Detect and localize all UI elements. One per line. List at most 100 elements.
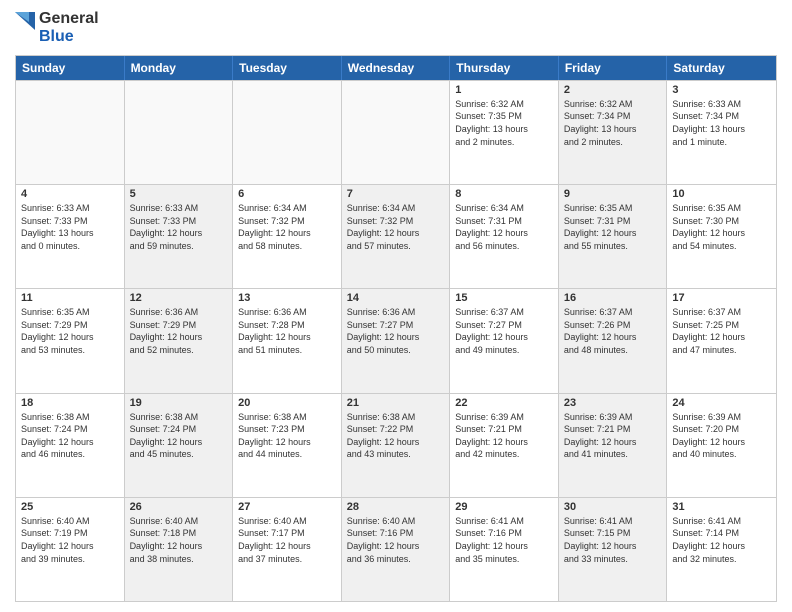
day-number: 22 bbox=[455, 397, 553, 409]
day-info: Sunrise: 6:33 AM Sunset: 7:33 PM Dayligh… bbox=[21, 202, 119, 252]
day-info: Sunrise: 6:35 AM Sunset: 7:31 PM Dayligh… bbox=[564, 202, 662, 252]
day-cell-26: 26 Sunrise: 6:40 AM Sunset: 7:18 PM Dayli… bbox=[125, 498, 234, 601]
day-number: 14 bbox=[347, 292, 445, 304]
day-cell-9: 9 Sunrise: 6:35 AM Sunset: 7:31 PM Daylig… bbox=[559, 185, 668, 288]
calendar-header-thursday: Thursday bbox=[450, 56, 559, 80]
day-number: 30 bbox=[564, 501, 662, 513]
day-number: 27 bbox=[238, 501, 336, 513]
day-info: Sunrise: 6:36 AM Sunset: 7:27 PM Dayligh… bbox=[347, 306, 445, 356]
day-cell-22: 22 Sunrise: 6:39 AM Sunset: 7:21 PM Dayli… bbox=[450, 394, 559, 497]
day-cell-8: 8 Sunrise: 6:34 AM Sunset: 7:31 PM Daylig… bbox=[450, 185, 559, 288]
day-cell-7: 7Sunrise: 6:34 AM Sunset: 7:32 PM Daylig… bbox=[342, 185, 451, 288]
day-number: 8 bbox=[455, 188, 553, 200]
day-number: 4 bbox=[21, 188, 119, 200]
day-cell-20: 20 Sunrise: 6:38 AM Sunset: 7:23 PM Dayli… bbox=[233, 394, 342, 497]
day-number: 24 bbox=[672, 397, 771, 409]
day-cell-10: 10 Sunrise: 6:35 AM Sunset: 7:30 PM Dayli… bbox=[667, 185, 776, 288]
logo-icon bbox=[15, 12, 35, 44]
day-info: Sunrise: 6:39 AM Sunset: 7:21 PM Dayligh… bbox=[455, 411, 553, 461]
empty-cell bbox=[342, 81, 451, 184]
day-cell-29: 29 Sunrise: 6:41 AM Sunset: 7:16 PM Dayli… bbox=[450, 498, 559, 601]
day-cell-17: 17 Sunrise: 6:37 AM Sunset: 7:25 PM Dayli… bbox=[667, 289, 776, 392]
day-cell-4: 4 Sunrise: 6:33 AM Sunset: 7:33 PM Daylig… bbox=[16, 185, 125, 288]
day-cell-30: 30 Sunrise: 6:41 AM Sunset: 7:15 PM Dayli… bbox=[559, 498, 668, 601]
day-number: 15 bbox=[455, 292, 553, 304]
day-number: 17 bbox=[672, 292, 771, 304]
calendar-row-1: 4 Sunrise: 6:33 AM Sunset: 7:33 PM Daylig… bbox=[16, 184, 776, 288]
day-number: 3 bbox=[672, 84, 771, 96]
day-cell-19: 19 Sunrise: 6:38 AM Sunset: 7:24 PM Dayli… bbox=[125, 394, 234, 497]
calendar-row-3: 18 Sunrise: 6:38 AM Sunset: 7:24 PM Dayli… bbox=[16, 393, 776, 497]
day-number: 16 bbox=[564, 292, 662, 304]
day-info: Sunrise: 6:34 AM Sunset: 7:31 PM Dayligh… bbox=[455, 202, 553, 252]
day-cell-11: 11 Sunrise: 6:35 AM Sunset: 7:29 PM Dayli… bbox=[16, 289, 125, 392]
day-cell-15: 15 Sunrise: 6:37 AM Sunset: 7:27 PM Dayli… bbox=[450, 289, 559, 392]
day-number: 12 bbox=[130, 292, 228, 304]
day-cell-25: 25Sunrise: 6:40 AM Sunset: 7:19 PM Dayli… bbox=[16, 498, 125, 601]
day-number: 28 bbox=[347, 501, 445, 513]
day-cell-21: 21 Sunrise: 6:38 AM Sunset: 7:22 PM Dayli… bbox=[342, 394, 451, 497]
day-number: 10 bbox=[672, 188, 771, 200]
day-cell-24: 24 Sunrise: 6:39 AM Sunset: 7:20 PM Dayli… bbox=[667, 394, 776, 497]
day-number: 29 bbox=[455, 501, 553, 513]
page: GeneralBlue SundayMondayTuesdayWednesday… bbox=[0, 0, 792, 612]
day-cell-12: 12 Sunrise: 6:36 AM Sunset: 7:29 PM Dayli… bbox=[125, 289, 234, 392]
day-info: Sunrise: 6:39 AM Sunset: 7:20 PM Dayligh… bbox=[672, 411, 771, 461]
day-number: 25 bbox=[21, 501, 119, 513]
day-info: Sunrise: 6:32 AM Sunset: 7:35 PM Dayligh… bbox=[455, 98, 553, 148]
day-info: Sunrise: 6:40 AM Sunset: 7:18 PM Dayligh… bbox=[130, 515, 228, 565]
day-cell-5: 5Sunrise: 6:33 AM Sunset: 7:33 PM Daylig… bbox=[125, 185, 234, 288]
day-cell-14: 14 Sunrise: 6:36 AM Sunset: 7:27 PM Dayli… bbox=[342, 289, 451, 392]
day-info: Sunrise: 6:40 AM Sunset: 7:17 PM Dayligh… bbox=[238, 515, 336, 565]
header: GeneralBlue bbox=[15, 10, 777, 47]
calendar-header-saturday: Saturday bbox=[667, 56, 776, 80]
day-info: Sunrise: 6:34 AM Sunset: 7:32 PM Dayligh… bbox=[238, 202, 336, 252]
day-info: Sunrise: 6:37 AM Sunset: 7:25 PM Dayligh… bbox=[672, 306, 771, 356]
calendar-row-2: 11 Sunrise: 6:35 AM Sunset: 7:29 PM Dayli… bbox=[16, 288, 776, 392]
day-info: Sunrise: 6:38 AM Sunset: 7:23 PM Dayligh… bbox=[238, 411, 336, 461]
day-info: Sunrise: 6:39 AM Sunset: 7:21 PM Dayligh… bbox=[564, 411, 662, 461]
day-number: 20 bbox=[238, 397, 336, 409]
day-info: Sunrise: 6:35 AM Sunset: 7:30 PM Dayligh… bbox=[672, 202, 771, 252]
day-cell-18: 18 Sunrise: 6:38 AM Sunset: 7:24 PM Dayli… bbox=[16, 394, 125, 497]
day-cell-1: 1 Sunrise: 6:32 AM Sunset: 7:35 PM Daylig… bbox=[450, 81, 559, 184]
logo-blue-text: Blue bbox=[39, 28, 99, 46]
day-number: 21 bbox=[347, 397, 445, 409]
day-info: Sunrise: 6:41 AM Sunset: 7:15 PM Dayligh… bbox=[564, 515, 662, 565]
day-number: 1 bbox=[455, 84, 553, 96]
empty-cell bbox=[233, 81, 342, 184]
day-number: 6 bbox=[238, 188, 336, 200]
day-number: 19 bbox=[130, 397, 228, 409]
day-info: Sunrise: 6:33 AM Sunset: 7:33 PM Dayligh… bbox=[130, 202, 228, 252]
day-number: 23 bbox=[564, 397, 662, 409]
day-info: Sunrise: 6:35 AM Sunset: 7:29 PM Dayligh… bbox=[21, 306, 119, 356]
day-info: Sunrise: 6:38 AM Sunset: 7:24 PM Dayligh… bbox=[130, 411, 228, 461]
day-info: Sunrise: 6:37 AM Sunset: 7:27 PM Dayligh… bbox=[455, 306, 553, 356]
day-info: Sunrise: 6:33 AM Sunset: 7:34 PM Dayligh… bbox=[672, 98, 771, 148]
day-number: 31 bbox=[672, 501, 771, 513]
day-info: Sunrise: 6:36 AM Sunset: 7:29 PM Dayligh… bbox=[130, 306, 228, 356]
day-info: Sunrise: 6:41 AM Sunset: 7:16 PM Dayligh… bbox=[455, 515, 553, 565]
day-info: Sunrise: 6:41 AM Sunset: 7:14 PM Dayligh… bbox=[672, 515, 771, 565]
day-info: Sunrise: 6:38 AM Sunset: 7:24 PM Dayligh… bbox=[21, 411, 119, 461]
day-info: Sunrise: 6:37 AM Sunset: 7:26 PM Dayligh… bbox=[564, 306, 662, 356]
calendar-header-monday: Monday bbox=[125, 56, 234, 80]
day-cell-13: 13 Sunrise: 6:36 AM Sunset: 7:28 PM Dayli… bbox=[233, 289, 342, 392]
calendar-header-tuesday: Tuesday bbox=[233, 56, 342, 80]
day-info: Sunrise: 6:36 AM Sunset: 7:28 PM Dayligh… bbox=[238, 306, 336, 356]
calendar-header-wednesday: Wednesday bbox=[342, 56, 451, 80]
day-number: 9 bbox=[564, 188, 662, 200]
day-cell-28: 28Sunrise: 6:40 AM Sunset: 7:16 PM Dayli… bbox=[342, 498, 451, 601]
day-cell-27: 27 Sunrise: 6:40 AM Sunset: 7:17 PM Dayli… bbox=[233, 498, 342, 601]
day-number: 18 bbox=[21, 397, 119, 409]
day-info: Sunrise: 6:32 AM Sunset: 7:34 PM Dayligh… bbox=[564, 98, 662, 148]
day-cell-6: 6 Sunrise: 6:34 AM Sunset: 7:32 PM Daylig… bbox=[233, 185, 342, 288]
day-info: Sunrise: 6:38 AM Sunset: 7:22 PM Dayligh… bbox=[347, 411, 445, 461]
day-number: 11 bbox=[21, 292, 119, 304]
day-number: 13 bbox=[238, 292, 336, 304]
day-number: 26 bbox=[130, 501, 228, 513]
logo-general-text: General bbox=[39, 10, 99, 28]
calendar-row-4: 25Sunrise: 6:40 AM Sunset: 7:19 PM Dayli… bbox=[16, 497, 776, 601]
calendar-body: 1 Sunrise: 6:32 AM Sunset: 7:35 PM Daylig… bbox=[16, 80, 776, 601]
day-cell-23: 23 Sunrise: 6:39 AM Sunset: 7:21 PM Dayli… bbox=[559, 394, 668, 497]
